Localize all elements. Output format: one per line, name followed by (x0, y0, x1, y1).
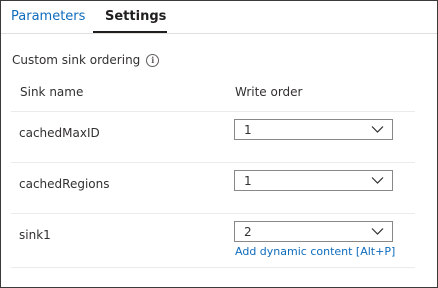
tab-settings[interactable]: Settings (105, 1, 166, 33)
info-icon[interactable]: i (146, 53, 160, 67)
write-order-dropdown[interactable]: 1 (234, 119, 393, 140)
write-order-dropdown[interactable]: 1 (234, 170, 393, 191)
tab-bar: Parameters Settings (1, 1, 437, 34)
chevron-down-icon (371, 177, 384, 184)
tab-parameters[interactable]: Parameters (11, 1, 85, 33)
write-order-value: 1 (244, 174, 252, 188)
active-tab-indicator (93, 31, 167, 33)
chevron-down-icon (371, 126, 384, 133)
section-header: Custom sink ordering i (12, 53, 160, 67)
section-title: Custom sink ordering (12, 53, 141, 67)
table-row: cachedMaxID 1 (11, 112, 415, 163)
sink-order-table: Sink name Write order cachedMaxID 1 cach… (11, 77, 415, 268)
settings-panel: Parameters Settings Custom sink ordering… (0, 0, 438, 288)
table-row: sink1 2 Add dynamic content [Alt+P] (11, 214, 415, 268)
write-order-dropdown[interactable]: 2 (234, 221, 393, 242)
add-dynamic-content-link[interactable]: Add dynamic content [Alt+P] (235, 245, 395, 258)
column-header-write-order: Write order (235, 85, 303, 99)
sink-name: cachedMaxID (19, 126, 100, 140)
table-row: cachedRegions 1 (11, 163, 415, 214)
table-header: Sink name Write order (11, 77, 415, 112)
write-order-value: 1 (244, 123, 252, 137)
sink-name: sink1 (19, 228, 51, 242)
write-order-value: 2 (244, 225, 252, 239)
sink-name: cachedRegions (19, 177, 110, 191)
chevron-down-icon (371, 228, 384, 235)
column-header-sink-name: Sink name (20, 85, 84, 99)
